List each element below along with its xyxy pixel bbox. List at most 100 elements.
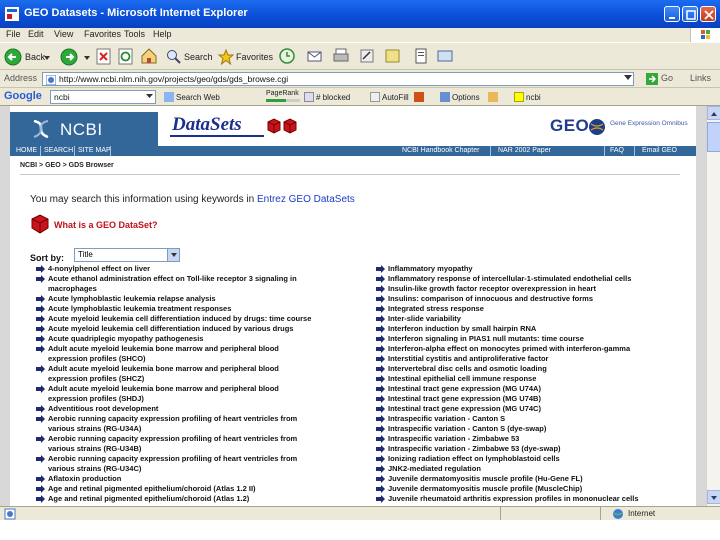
- mail-icon[interactable]: [306, 47, 324, 65]
- arrow-bullet-icon: [376, 325, 385, 333]
- arrow-bullet-icon: [36, 295, 45, 303]
- dataset-title: Integrated stress response: [388, 304, 484, 313]
- nav-separator: [604, 146, 605, 156]
- options-label: Options: [452, 93, 480, 102]
- arrow-bullet-icon: [376, 365, 385, 373]
- arrow-bullet-icon: [376, 435, 385, 443]
- scroll-down-button[interactable]: [707, 490, 720, 504]
- dataset-title: JNK2-mediated regulation: [388, 464, 481, 473]
- nav-sitemap[interactable]: SITE MAP: [78, 147, 111, 154]
- ncbi-logo[interactable]: NCBI: [10, 112, 158, 146]
- dataset-cube-icon: [31, 214, 49, 234]
- arrow-bullet-icon: [376, 465, 385, 473]
- scroll-up-icon: [711, 112, 717, 116]
- close-button[interactable]: [700, 6, 716, 22]
- forward-arrow-icon[interactable]: [60, 48, 78, 66]
- address-dropdown-icon[interactable]: [624, 75, 632, 81]
- forward-dropdown-icon[interactable]: [84, 56, 90, 60]
- arrow-bullet-icon: [36, 435, 45, 443]
- google-g-icon: [414, 92, 424, 102]
- scroll-thumb[interactable]: [707, 122, 720, 152]
- back-dropdown-icon[interactable]: [44, 56, 50, 60]
- divider: [20, 174, 680, 175]
- menu-view[interactable]: View: [54, 29, 73, 39]
- what-is-geo-dataset-link[interactable]: What is a GEO DataSet?: [54, 220, 158, 230]
- page-icon: [46, 75, 56, 85]
- popup-blocker-button[interactable]: # blocked: [304, 92, 350, 102]
- autofill-label: AutoFill: [382, 93, 409, 102]
- nav-handbook[interactable]: NCBI Handbook Chapter: [402, 147, 479, 154]
- menu-file[interactable]: File: [6, 29, 21, 39]
- arrow-bullet-icon: [36, 475, 45, 483]
- messenger-icon[interactable]: [436, 47, 454, 65]
- arrow-bullet-icon: [36, 485, 45, 493]
- google-logo: Google: [4, 90, 42, 102]
- arrow-bullet-icon: [36, 345, 45, 353]
- google-dropdown-icon[interactable]: [146, 94, 153, 99]
- autofill-button[interactable]: AutoFill: [370, 92, 409, 102]
- nav-faq[interactable]: FAQ: [610, 147, 624, 154]
- geo-logo[interactable]: GEO: [550, 116, 589, 136]
- search-term-button[interactable]: ncbi: [514, 92, 541, 102]
- address-bar: Address http://www.ncbi.nlm.nih.gov/proj…: [0, 70, 720, 88]
- nav-search[interactable]: SEARCH: [44, 147, 73, 154]
- refresh-icon[interactable]: [118, 48, 134, 66]
- arrow-bullet-icon: [376, 295, 385, 303]
- menu-tools[interactable]: Tools: [124, 29, 145, 39]
- arrow-bullet-icon: [376, 415, 385, 423]
- dataset-title: Interstitial cystitis and antiproliferat…: [388, 354, 549, 363]
- arrow-bullet-icon: [376, 385, 385, 393]
- edit-icon[interactable]: [358, 47, 376, 65]
- discuss-icon[interactable]: [384, 47, 402, 65]
- sort-select[interactable]: Title: [74, 248, 180, 262]
- dataset-title: Adventitious root development: [48, 404, 159, 413]
- dataset-title: Intestinal tract gene expression (MG U74…: [388, 384, 541, 393]
- stop-icon[interactable]: [96, 48, 112, 66]
- sort-by-label: Sort by:: [30, 253, 65, 263]
- page-viewport: NCBI DataSets GEO Gene Expression Omnibu…: [0, 106, 706, 506]
- home-icon[interactable]: [140, 47, 158, 65]
- address-input[interactable]: http://www.ncbi.nlm.nih.gov/projects/geo…: [42, 72, 634, 86]
- menu-edit[interactable]: Edit: [28, 29, 44, 39]
- google-search-input[interactable]: ncbi: [50, 90, 156, 104]
- arrow-bullet-icon: [36, 495, 45, 503]
- nav-nar-paper[interactable]: NAR 2002 Paper: [498, 147, 551, 154]
- dataset-title: Intestinal tract gene expression (MG U74…: [388, 404, 541, 413]
- history-icon[interactable]: [278, 47, 296, 65]
- highlight-button[interactable]: [488, 92, 500, 102]
- google-g-button[interactable]: [414, 92, 426, 102]
- maximize-icon: [686, 10, 696, 20]
- maximize-button[interactable]: [682, 6, 698, 22]
- dataset-title-continued: various strains (RG-U34B): [48, 444, 142, 453]
- arrow-bullet-icon: [36, 365, 45, 373]
- breadcrumb[interactable]: NCBI > GEO > GDS Browser: [20, 162, 114, 169]
- search-label: Search: [184, 52, 213, 62]
- go-button[interactable]: Go: [661, 73, 673, 83]
- minimize-button[interactable]: [664, 6, 680, 22]
- nav-email-geo[interactable]: Email GEO: [642, 147, 677, 154]
- nav-home[interactable]: HOME: [16, 147, 37, 154]
- search-web-button[interactable]: Search Web: [164, 92, 220, 102]
- dataset-title: Interferon induction by small hairpin RN…: [388, 324, 537, 333]
- arrow-bullet-icon: [36, 385, 45, 393]
- research-icon[interactable]: [414, 47, 428, 65]
- favorites-button[interactable]: Favorites: [218, 47, 274, 67]
- site-nav: HOME SEARCH SITE MAP NCBI Handbook Chapt…: [10, 146, 696, 156]
- dataset-title: Intraspecific variation - Canton S: [388, 414, 506, 423]
- menu-help[interactable]: Help: [153, 29, 172, 39]
- search-button[interactable]: Search: [166, 47, 213, 67]
- arrow-bullet-icon: [376, 355, 385, 363]
- vertical-scrollbar[interactable]: [706, 106, 720, 506]
- dataset-title: Juvenile dermatomyositis muscle profile …: [388, 474, 583, 483]
- back-label: Back: [25, 52, 46, 62]
- go-arrow-icon[interactable]: [646, 73, 658, 85]
- options-button[interactable]: Options: [440, 92, 480, 102]
- menu-favorites[interactable]: Favorites: [84, 29, 121, 39]
- favorites-label: Favorites: [236, 52, 274, 62]
- blocker-icon: [304, 92, 314, 102]
- links-button[interactable]: Links: [690, 73, 711, 83]
- print-icon[interactable]: [332, 47, 350, 65]
- sort-dropdown-button[interactable]: [167, 249, 179, 261]
- entrez-geo-datasets-link[interactable]: Entrez GEO DataSets: [257, 194, 355, 205]
- scroll-up-button[interactable]: [707, 106, 720, 120]
